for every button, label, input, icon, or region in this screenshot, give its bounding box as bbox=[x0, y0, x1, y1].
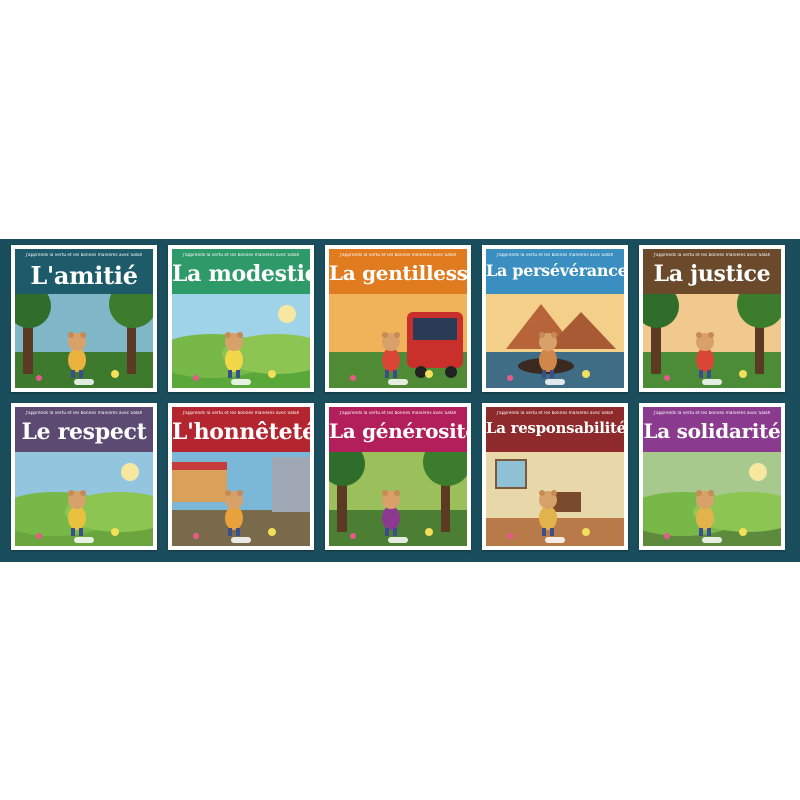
book-cover[interactable]: J'apprends la vertu et les bonnes manièr… bbox=[639, 403, 785, 550]
book-cover[interactable]: J'apprends la vertu et les bonnes manièr… bbox=[325, 245, 471, 392]
series-subtitle: J'apprends la vertu et les bonnes manièr… bbox=[653, 411, 771, 416]
book-title: La justice bbox=[653, 261, 771, 287]
cover-inner: J'apprends la vertu et les bonnes manièr… bbox=[329, 407, 467, 546]
series-subtitle: J'apprends la vertu et les bonnes manièr… bbox=[339, 253, 457, 258]
publisher-logo bbox=[388, 379, 408, 385]
cover-inner: J'apprends la vertu et les bonnes manièr… bbox=[15, 407, 153, 546]
cover-inner: J'apprends la vertu et les bonnes manièr… bbox=[643, 407, 781, 546]
cover-inner: J'apprends la vertu et les bonnes manièr… bbox=[486, 407, 624, 546]
cover-title-band: J'apprends la vertu et les bonnes manièr… bbox=[486, 407, 624, 452]
cover-illustration bbox=[643, 294, 781, 388]
book-title: La persévérance bbox=[486, 261, 624, 280]
book-cover[interactable]: J'apprends la vertu et les bonnes manièr… bbox=[482, 245, 628, 392]
book-title: La gentillesse bbox=[329, 261, 467, 285]
series-subtitle: J'apprends la vertu et les bonnes manièr… bbox=[653, 253, 771, 258]
publisher-logo bbox=[545, 537, 565, 543]
series-subtitle: J'apprends la vertu et les bonnes manièr… bbox=[496, 253, 614, 258]
publisher-logo bbox=[231, 537, 251, 543]
series-subtitle: J'apprends la vertu et les bonnes manièr… bbox=[339, 411, 457, 416]
book-cover[interactable]: J'apprends la vertu et les bonnes manièr… bbox=[325, 403, 471, 550]
cover-title-band: J'apprends la vertu et les bonnes manièr… bbox=[329, 249, 467, 294]
cover-illustration bbox=[486, 294, 624, 388]
cover-illustration bbox=[329, 452, 467, 546]
book-title: La responsabilité bbox=[486, 419, 624, 437]
cover-title-band: J'apprends la vertu et les bonnes manièr… bbox=[172, 249, 310, 294]
cover-illustration bbox=[15, 294, 153, 388]
series-subtitle: J'apprends la vertu et les bonnes manièr… bbox=[182, 411, 300, 416]
publisher-logo bbox=[702, 537, 722, 543]
cover-illustration bbox=[329, 294, 467, 388]
cover-title-band: J'apprends la vertu et les bonnes manièr… bbox=[329, 407, 467, 452]
cover-title-band: J'apprends la vertu et les bonnes manièr… bbox=[643, 407, 781, 452]
book-cover[interactable]: J'apprends la vertu et les bonnes manièr… bbox=[168, 403, 314, 550]
book-cover[interactable]: J'apprends la vertu et les bonnes manièr… bbox=[11, 245, 157, 392]
book-title: Le respect bbox=[21, 419, 147, 445]
book-title: L'amitié bbox=[30, 261, 138, 290]
publisher-logo bbox=[74, 537, 94, 543]
publisher-logo bbox=[545, 379, 565, 385]
cover-illustration bbox=[172, 452, 310, 546]
book-cover[interactable]: J'apprends la vertu et les bonnes manièr… bbox=[168, 245, 314, 392]
cover-illustration bbox=[172, 294, 310, 388]
cover-title-band: J'apprends la vertu et les bonnes manièr… bbox=[486, 249, 624, 294]
publisher-logo bbox=[74, 379, 94, 385]
book-cover[interactable]: J'apprends la vertu et les bonnes manièr… bbox=[11, 403, 157, 550]
cover-title-band: J'apprends la vertu et les bonnes manièr… bbox=[15, 407, 153, 452]
cover-illustration bbox=[15, 452, 153, 546]
publisher-logo bbox=[231, 379, 251, 385]
cover-illustration bbox=[643, 452, 781, 546]
book-title: La modestie bbox=[172, 261, 310, 287]
publisher-logo bbox=[702, 379, 722, 385]
cover-inner: J'apprends la vertu et les bonnes manièr… bbox=[172, 407, 310, 546]
publisher-logo bbox=[388, 537, 408, 543]
cover-inner: J'apprends la vertu et les bonnes manièr… bbox=[329, 249, 467, 388]
series-subtitle: J'apprends la vertu et les bonnes manièr… bbox=[25, 411, 143, 416]
book-title: La générosité bbox=[329, 419, 467, 443]
book-cover[interactable]: J'apprends la vertu et les bonnes manièr… bbox=[482, 403, 628, 550]
series-subtitle: J'apprends la vertu et les bonnes manièr… bbox=[182, 253, 300, 258]
cover-inner: J'apprends la vertu et les bonnes manièr… bbox=[486, 249, 624, 388]
series-subtitle: J'apprends la vertu et les bonnes manièr… bbox=[25, 253, 143, 258]
cover-inner: J'apprends la vertu et les bonnes manièr… bbox=[643, 249, 781, 388]
book-title: L'honnêteté bbox=[172, 419, 310, 445]
cover-inner: J'apprends la vertu et les bonnes manièr… bbox=[172, 249, 310, 388]
cover-inner: J'apprends la vertu et les bonnes manièr… bbox=[15, 249, 153, 388]
cover-title-band: J'apprends la vertu et les bonnes manièr… bbox=[172, 407, 310, 452]
cover-illustration bbox=[486, 452, 624, 546]
cover-title-band: J'apprends la vertu et les bonnes manièr… bbox=[643, 249, 781, 294]
cover-title-band: J'apprends la vertu et les bonnes manièr… bbox=[15, 249, 153, 294]
book-cover[interactable]: J'apprends la vertu et les bonnes manièr… bbox=[639, 245, 785, 392]
series-subtitle: J'apprends la vertu et les bonnes manièr… bbox=[496, 411, 614, 416]
book-title: La solidarité bbox=[643, 419, 781, 443]
